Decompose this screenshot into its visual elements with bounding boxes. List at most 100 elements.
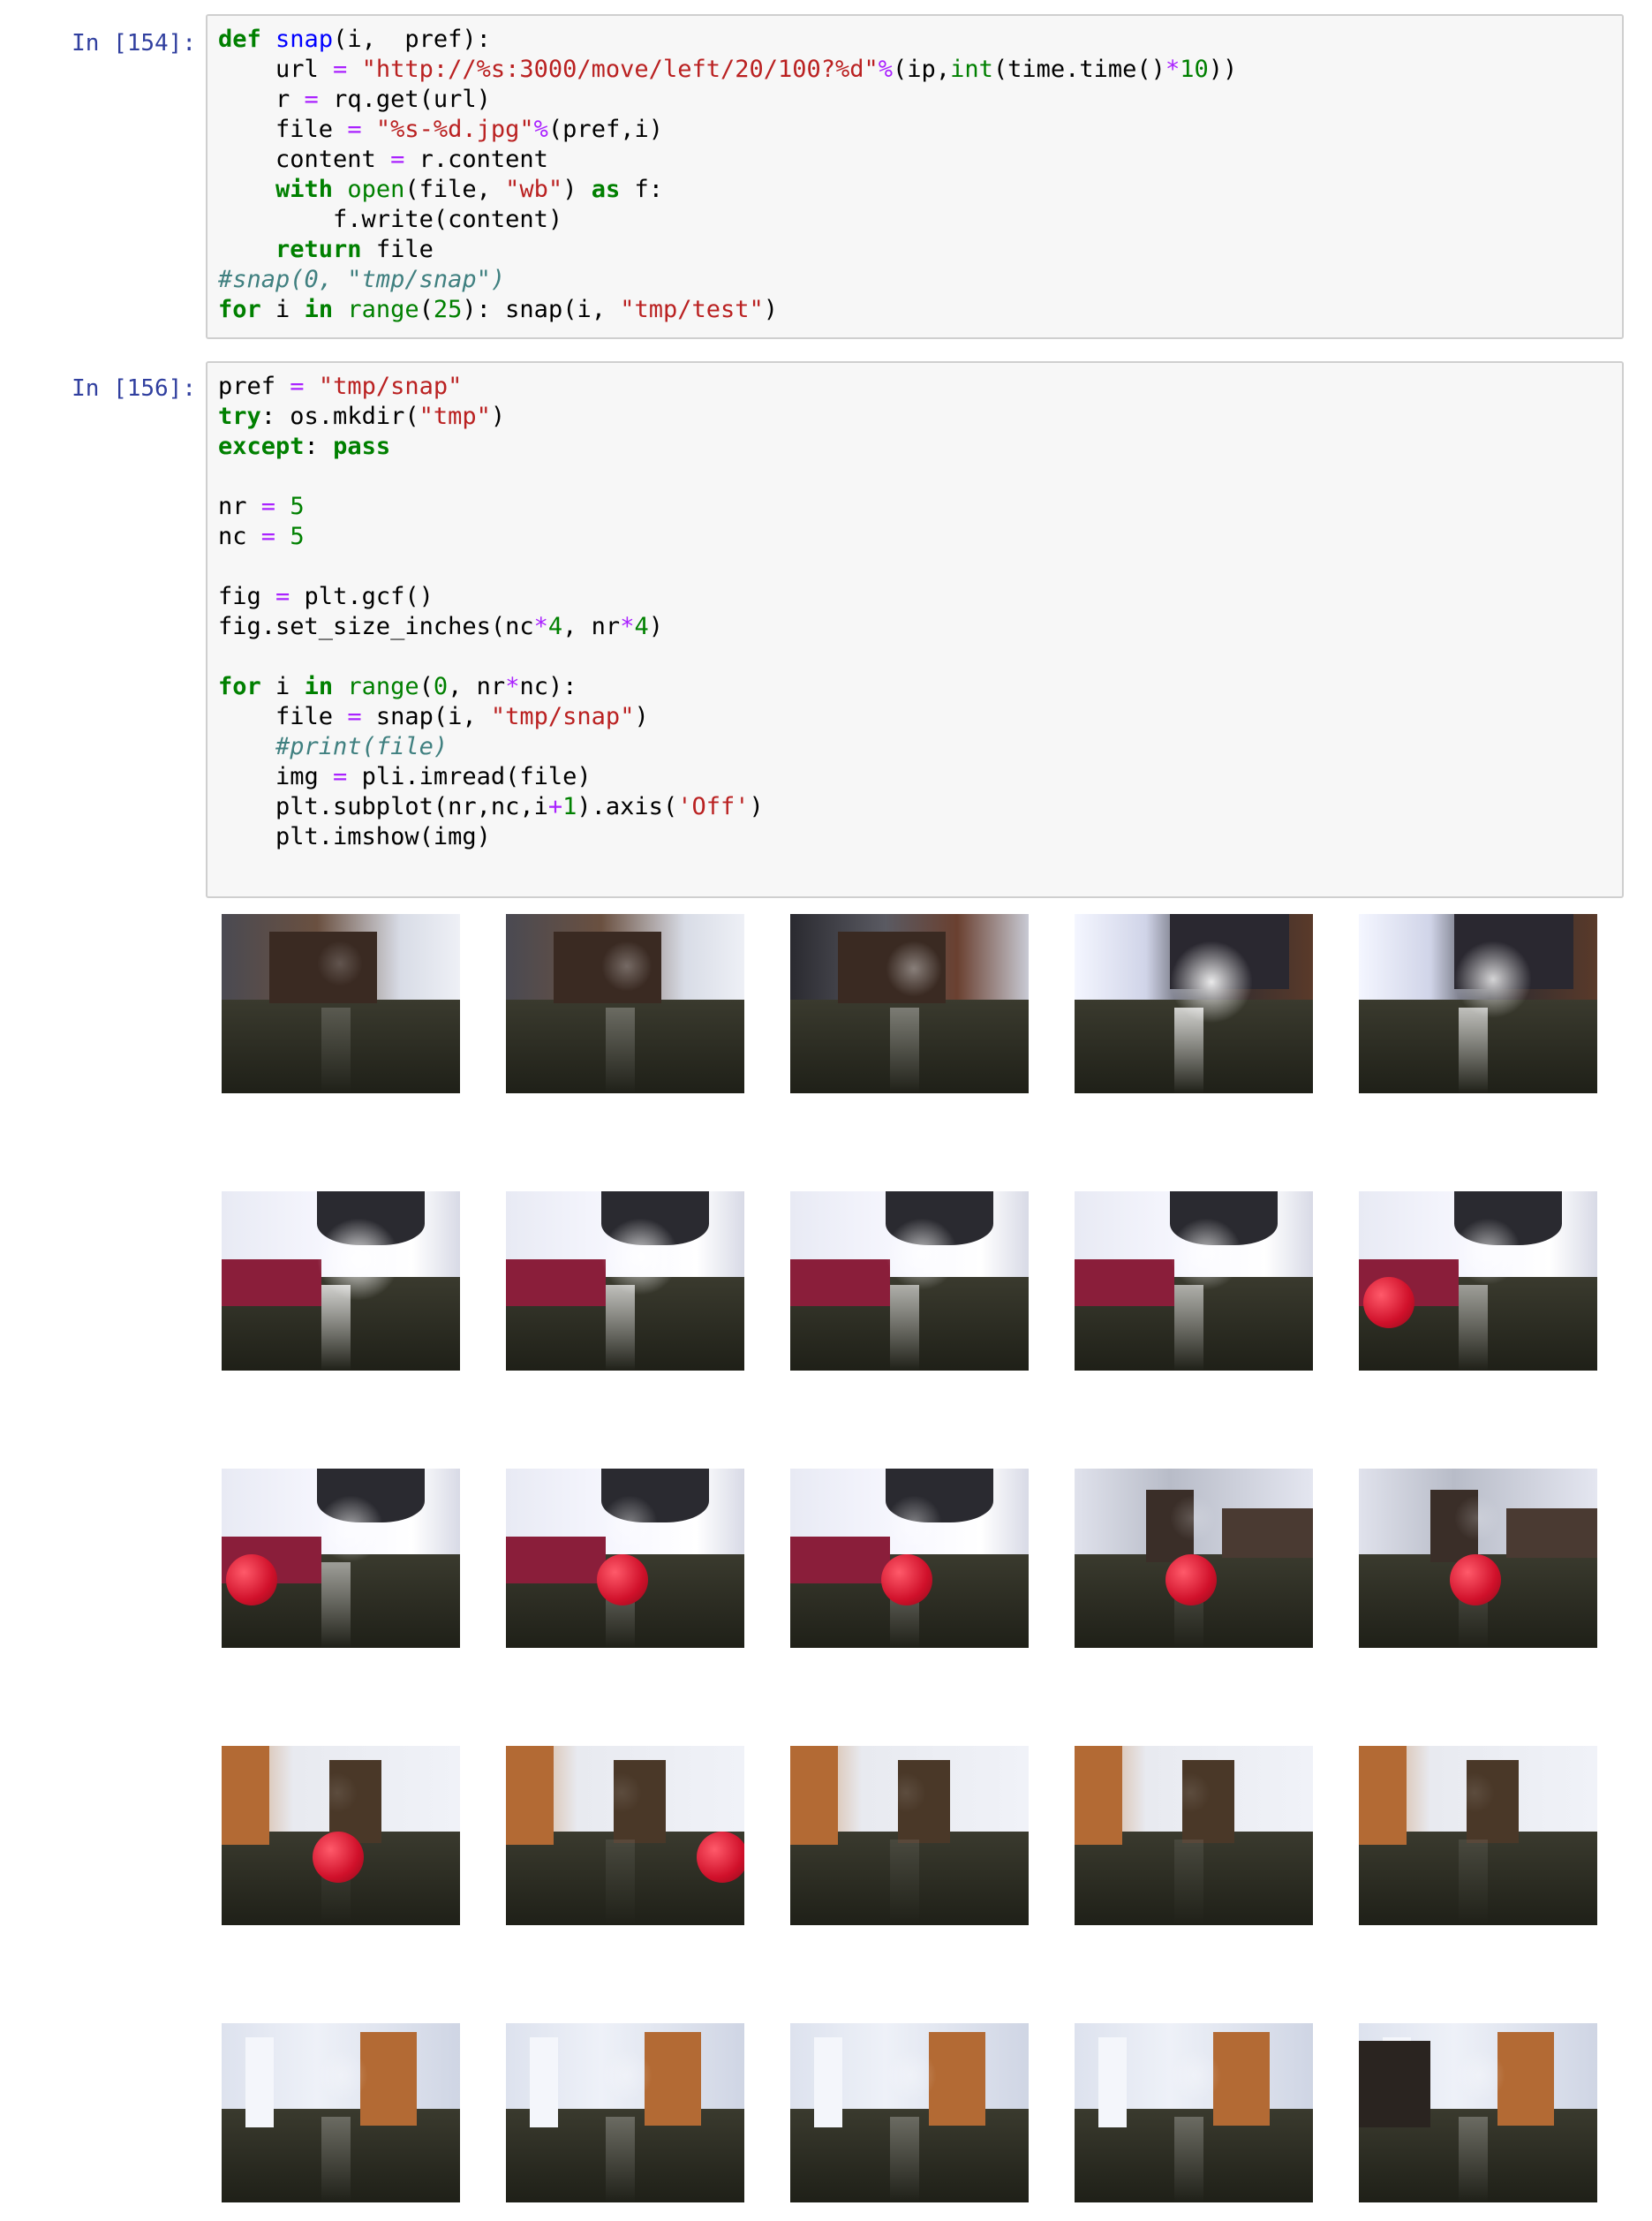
- snapshot-image: [506, 2023, 744, 2202]
- code-line: return file: [275, 236, 434, 263]
- photo-reflection: [890, 1839, 919, 1925]
- photo-door: [222, 1746, 269, 1845]
- red-ball: [1449, 1554, 1501, 1606]
- code-line: fig = plt.gcf(): [218, 583, 434, 610]
- snapshot-image: [506, 1191, 744, 1371]
- code-line: def snap(i, pref):: [218, 26, 491, 53]
- photo-glare: [317, 1495, 384, 1563]
- snapshot-image: [222, 2023, 460, 2202]
- code-line: #print(file): [275, 733, 449, 760]
- code-line: plt.imshow(img): [218, 823, 491, 850]
- photo-glare: [886, 941, 942, 998]
- code-line: r = rq.get(url): [218, 86, 491, 113]
- cell-2-code-input[interactable]: pref = "tmp/snap" try: os.mkdir("tmp") exc…: [206, 361, 1624, 898]
- photo-reflection: [606, 1284, 635, 1371]
- snapshot-image: [790, 914, 1029, 1093]
- snapshot-image: [506, 1469, 744, 1648]
- code-line: #snap(0, "tmp/snap"): [218, 266, 506, 293]
- code-line: try: os.mkdir("tmp"): [218, 403, 506, 430]
- red-ball: [880, 1554, 932, 1606]
- photo-reflection: [606, 2116, 635, 2202]
- code-line: nc = 5: [218, 523, 305, 550]
- photo-door: [644, 2032, 702, 2126]
- photo-glare: [886, 1218, 958, 1291]
- photo-door: [790, 1746, 838, 1845]
- photo-reflection: [321, 2116, 351, 2202]
- photo-reflection: [1174, 1839, 1203, 1925]
- photo-window: [530, 2037, 559, 2127]
- photo-window: [245, 2037, 275, 2127]
- photo-couch: [790, 1537, 891, 1583]
- code-line: plt.subplot(nr,nc,i+1).axis('Off'): [218, 793, 764, 820]
- photo-chair: [1506, 1507, 1597, 1559]
- snapshot-image: [222, 1191, 460, 1371]
- photo-reflection: [321, 1561, 351, 1648]
- snapshot-image: [1075, 1469, 1313, 1648]
- photo-door: [928, 2032, 986, 2126]
- photo-glare: [1454, 1218, 1521, 1286]
- photo-reflection: [1174, 1007, 1203, 1093]
- photo-reflection: [890, 1284, 919, 1371]
- cell-1-code-input[interactable]: def snap(i, pref): url = "http://%s:3000…: [206, 14, 1624, 339]
- red-ball: [312, 1832, 364, 1884]
- snapshot-image: [1075, 1191, 1313, 1371]
- snapshot-image: [1359, 1469, 1597, 1648]
- code-line: content = r.content: [218, 146, 548, 173]
- code-line: file = snap(i, "tmp/snap"): [218, 703, 649, 730]
- photo-reflection: [1459, 2116, 1488, 2202]
- photo-couch: [1075, 1259, 1175, 1306]
- snapshot-image: [1359, 914, 1597, 1093]
- code-line: file = "%s-%d.jpg"%(pref,i): [218, 116, 663, 143]
- photo-reflection: [606, 1839, 635, 1925]
- snapshot-image: [222, 1469, 460, 1648]
- cell-1-prompt: In [154]:: [72, 30, 196, 57]
- code-line: with open(file, "wb") as f:: [275, 176, 663, 203]
- code-line: pref = "tmp/snap": [218, 373, 463, 400]
- cell-2-prompt: In [156]:: [72, 375, 196, 402]
- photo-door: [1212, 2032, 1271, 2126]
- code-line: for i in range(0, nr*nc):: [218, 673, 577, 700]
- snapshot-image: [506, 914, 744, 1093]
- photo-window: [1098, 2037, 1128, 2127]
- photo-chair: [1222, 1507, 1313, 1559]
- snapshot-image: [1359, 1191, 1597, 1371]
- photo-glare: [886, 1495, 942, 1552]
- photo-reflection: [321, 1284, 351, 1371]
- code-line: for i in range(25): snap(i, "tmp/test"): [218, 296, 779, 323]
- snapshot-image: [1075, 1746, 1313, 1925]
- photo-reflection: [1459, 1839, 1488, 1925]
- photo-reflection: [1459, 1007, 1488, 1093]
- photo-reflection: [321, 1007, 351, 1093]
- snapshot-image: [790, 1746, 1029, 1925]
- photo-glare: [1170, 1218, 1242, 1291]
- photo-reflection: [1174, 1284, 1203, 1371]
- snapshot-image: [790, 1469, 1029, 1648]
- photo-door: [1075, 1746, 1122, 1845]
- photo-reflection: [890, 1007, 919, 1093]
- code-line: fig.set_size_inches(nc*4, nr*4): [218, 613, 663, 640]
- code-line: url = "http://%s:3000/move/left/20/100?%…: [218, 56, 1238, 83]
- cell-2-code[interactable]: pref = "tmp/snap" try: os.mkdir("tmp") exc…: [207, 363, 1622, 891]
- photo-reflection: [1459, 1284, 1488, 1371]
- red-ball: [596, 1554, 648, 1606]
- snapshot-image: [790, 1191, 1029, 1371]
- snapshot-image: [222, 1746, 460, 1925]
- photo-door: [1497, 2032, 1555, 2126]
- code-line: except: pass: [218, 433, 391, 460]
- photo-couch: [506, 1537, 607, 1583]
- code-line: nr = 5: [218, 493, 305, 520]
- snapshot-image: [222, 914, 460, 1093]
- photo-window: [814, 2037, 843, 2127]
- photo-door: [506, 1746, 554, 1845]
- photo-reflection: [606, 1007, 635, 1093]
- photo-reflection: [1174, 2116, 1203, 2202]
- photo-door: [1359, 1746, 1407, 1845]
- cell-1-code[interactable]: def snap(i, pref): url = "http://%s:3000…: [207, 16, 1622, 334]
- cell-2-output-figure: [206, 914, 1624, 2212]
- photo-reflection: [890, 2116, 919, 2202]
- photo-doorway: [1359, 2041, 1430, 2127]
